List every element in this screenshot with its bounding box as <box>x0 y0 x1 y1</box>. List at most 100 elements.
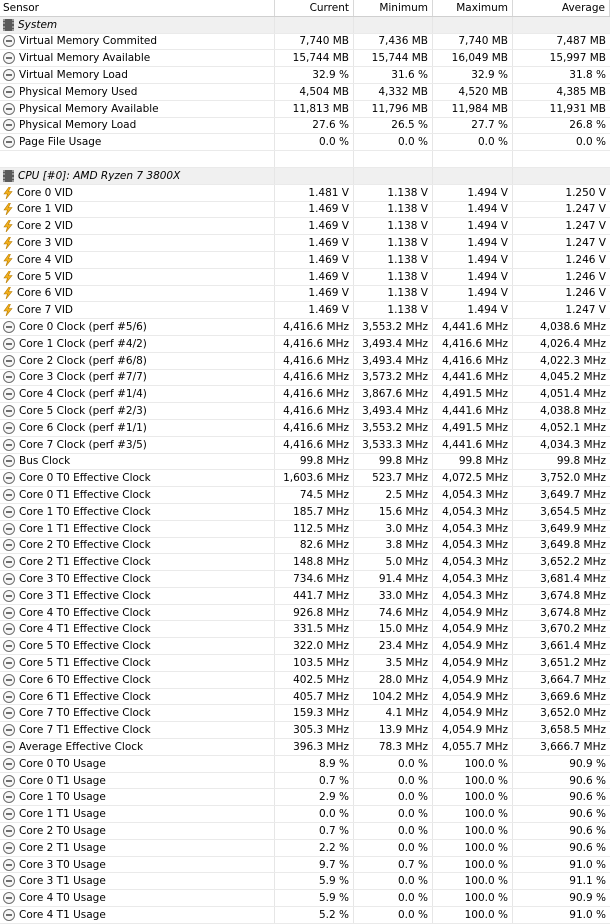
table-row[interactable]: Core 7 Clock (perf #3/5) 4,416.6 MHz 3,533… <box>0 436 610 454</box>
table-row[interactable]: Core 4 T1 Usage 5.2 % 0.0 % 100.0 % 91.0 % <box>0 907 610 924</box>
sensor-label: Core 4 T1 Usage <box>19 908 106 921</box>
table-row[interactable]: Core 4 T0 Usage 5.9 % 0.0 % 100.0 % 90.9 % <box>0 890 610 908</box>
table-row[interactable]: Core 7 VID 1.469 V 1.138 V 1.494 V 1.247 V <box>0 302 610 320</box>
table-row[interactable]: Core 4 Clock (perf #1/4) 4,416.6 MHz 3,867… <box>0 386 610 404</box>
average-value: 91.0 % <box>569 858 606 871</box>
table-row[interactable]: Core 0 Clock (perf #5/6) 4,416.6 MHz 3,553… <box>0 319 610 336</box>
table-row[interactable]: Core 3 Clock (perf #7/7) 4,416.6 MHz 3,573… <box>0 369 610 387</box>
group-header-row[interactable]: System <box>0 16 610 34</box>
table-row[interactable]: Core 5 T1 Effective Clock 103.5 MHz 3.5 MH… <box>0 655 610 672</box>
table-row[interactable]: Core 6 Clock (perf #1/1) 4,416.6 MHz 3,553… <box>0 419 610 437</box>
table-row[interactable]: Core 0 T1 Usage 0.7 % 0.0 % 100.0 % 90.6 % <box>0 772 610 790</box>
minimum-value: 3,493.4 MHz <box>354 403 433 419</box>
clock-icon <box>3 119 15 132</box>
average-value: 3,674.8 MHz <box>540 606 606 619</box>
current-value: 11,813 MB <box>275 100 354 117</box>
table-row[interactable]: Core 6 T1 Effective Clock 405.7 MHz 104.2 … <box>0 688 610 706</box>
table-row[interactable]: Average Effective Clock 396.3 MHz 78.3 MHz… <box>0 739 610 756</box>
sensor-label: Average Effective Clock <box>19 740 144 753</box>
table-row[interactable]: Core 6 T0 Effective Clock 402.5 MHz 28.0 M… <box>0 671 610 689</box>
table-row[interactable]: Core 2 T0 Effective Clock 82.6 MHz 3.8 MHz… <box>0 537 610 555</box>
average-value: 3,681.4 MHz <box>540 572 606 585</box>
average-value: 1.247 V <box>565 304 606 317</box>
minimum-value: 3.8 MHz <box>354 537 433 554</box>
group-header-row[interactable]: CPU [#0]: AMD Ryzen 7 3800X <box>0 167 610 185</box>
column-header-maximum[interactable]: Maximum <box>433 0 513 16</box>
table-row[interactable]: Core 0 T1 Effective Clock 74.5 MHz 2.5 MHz… <box>0 487 610 504</box>
table-row[interactable]: Core 5 Clock (perf #2/3) 4,416.6 MHz 3,493… <box>0 403 610 420</box>
table-row[interactable]: Core 4 T0 Effective Clock 926.8 MHz 74.6 M… <box>0 604 610 622</box>
maximum-value: 4,055.7 MHz <box>433 739 513 755</box>
voltage-icon <box>3 203 13 216</box>
average-value: 3,649.8 MHz <box>540 539 606 552</box>
minimum-value: 74.6 MHz <box>354 604 433 621</box>
table-row[interactable]: Core 1 T0 Usage 2.9 % 0.0 % 100.0 % 90.6 % <box>0 789 610 807</box>
clock-icon <box>3 824 15 837</box>
current-value: 1.481 V <box>275 184 354 201</box>
voltage-icon <box>3 253 13 266</box>
clock-icon <box>3 623 15 636</box>
column-header-minimum[interactable]: Minimum <box>354 0 433 16</box>
table-row[interactable]: Core 3 T0 Usage 9.7 % 0.7 % 100.0 % 91.0 % <box>0 856 610 874</box>
table-row[interactable]: Core 0 VID 1.481 V 1.138 V 1.494 V 1.250 V <box>0 184 610 202</box>
table-row[interactable]: Core 0 T0 Usage 8.9 % 0.0 % 100.0 % 90.9 % <box>0 755 610 773</box>
table-row[interactable]: Core 5 VID 1.469 V 1.138 V 1.494 V 1.246 V <box>0 268 610 286</box>
table-row[interactable]: Core 2 T1 Usage 2.2 % 0.0 % 100.0 % 90.6 % <box>0 839 610 857</box>
table-row[interactable]: Physical Memory Available 11,813 MB 11,796… <box>0 100 610 118</box>
sensor-label: Core 1 T0 Effective Clock <box>19 505 151 518</box>
table-row[interactable]: Core 3 T1 Effective Clock 441.7 MHz 33.0 M… <box>0 587 610 605</box>
average-value: 4,038.8 MHz <box>540 405 606 418</box>
maximum-value: 4,441.6 MHz <box>433 436 513 453</box>
average-value: 3,674.8 MHz <box>540 589 606 602</box>
table-row[interactable]: Virtual Memory Available 15,744 MB 15,744 … <box>0 50 610 68</box>
table-row[interactable]: Core 1 Clock (perf #4/2) 4,416.6 MHz 3,493… <box>0 335 610 353</box>
sensor-label: Core 0 T1 Effective Clock <box>19 489 151 501</box>
sensor-label: Core 5 Clock (perf #2/3) <box>19 405 147 418</box>
current-value: 734.6 MHz <box>275 571 354 587</box>
average-value: 31.8 % <box>569 69 606 82</box>
table-row[interactable]: Core 5 T0 Effective Clock 322.0 MHz 23.4 M… <box>0 638 610 656</box>
minimum-value: 3,493.4 MHz <box>354 352 433 369</box>
table-row[interactable]: Core 2 T1 Effective Clock 148.8 MHz 5.0 MH… <box>0 554 610 572</box>
current-value: 4,416.6 MHz <box>275 319 354 335</box>
table-row[interactable]: Core 7 T0 Effective Clock 159.3 MHz 4.1 MH… <box>0 705 610 723</box>
column-header-sensor[interactable]: Sensor <box>0 0 275 16</box>
table-row[interactable]: Core 0 T0 Effective Clock 1,603.6 MHz 523.… <box>0 470 610 488</box>
maximum-value: 4,491.5 MHz <box>433 419 513 436</box>
clock-icon <box>3 69 15 82</box>
minimum-value: 99.8 MHz <box>354 453 433 470</box>
table-row[interactable]: Core 1 T1 Effective Clock 112.5 MHz 3.0 MH… <box>0 520 610 538</box>
column-header-current[interactable]: Current <box>275 0 354 16</box>
table-row[interactable]: Core 1 T1 Usage 0.0 % 0.0 % 100.0 % 90.6 % <box>0 806 610 824</box>
table-row[interactable]: Physical Memory Load 27.6 % 26.5 % 27.7 % 26… <box>0 117 610 135</box>
minimum-value: 0.7 % <box>354 856 433 873</box>
column-header-average[interactable]: Average <box>513 0 610 16</box>
table-row[interactable]: Core 1 VID 1.469 V 1.138 V 1.494 V 1.247 V <box>0 201 610 219</box>
table-row[interactable]: Core 7 T1 Effective Clock 305.3 MHz 13.9 M… <box>0 722 610 740</box>
table-row[interactable]: Core 2 T0 Usage 0.7 % 0.0 % 100.0 % 90.6 % <box>0 823 610 840</box>
current-value: 1.469 V <box>275 201 354 218</box>
clock-icon <box>3 841 15 854</box>
table-row[interactable]: Bus Clock 99.8 MHz 99.8 MHz 99.8 MHz 99.8 MH… <box>0 453 610 471</box>
table-row[interactable]: Core 3 T1 Usage 5.9 % 0.0 % 100.0 % 91.1 % <box>0 873 610 891</box>
maximum-value: 1.494 V <box>433 201 513 218</box>
table-row[interactable]: Core 6 VID 1.469 V 1.138 V 1.494 V 1.246 V <box>0 285 610 303</box>
average-value: 3,664.7 MHz <box>540 673 606 686</box>
table-row[interactable]: Core 3 VID 1.469 V 1.138 V 1.494 V 1.247 V <box>0 235 610 252</box>
maximum-value: 4,054.9 MHz <box>433 604 513 621</box>
average-value: 3,652.2 MHz <box>540 556 606 569</box>
table-row[interactable]: Core 3 T0 Effective Clock 734.6 MHz 91.4 M… <box>0 571 610 588</box>
table-row[interactable]: Core 2 Clock (perf #6/8) 4,416.6 MHz 3,493… <box>0 352 610 370</box>
table-row[interactable]: Virtual Memory Commited 7,740 MB 7,436 MB 7… <box>0 33 610 51</box>
table-row[interactable]: Page File Usage 0.0 % 0.0 % 0.0 % 0.0 % <box>0 134 610 152</box>
table-row[interactable]: Core 2 VID 1.469 V 1.138 V 1.494 V 1.247 V <box>0 218 610 236</box>
sensor-label: Physical Memory Load <box>19 119 137 132</box>
table-row[interactable]: Core 4 T1 Effective Clock 331.5 MHz 15.0 M… <box>0 621 610 639</box>
minimum-value: 15.0 MHz <box>354 621 433 638</box>
clock-icon <box>3 690 15 703</box>
table-row[interactable]: Physical Memory Used 4,504 MB 4,332 MB 4,52… <box>0 83 610 101</box>
table-row[interactable]: Core 1 T0 Effective Clock 185.7 MHz 15.6 M… <box>0 503 610 521</box>
table-row[interactable]: Core 4 VID 1.469 V 1.138 V 1.494 V 1.246 V <box>0 251 610 269</box>
maximum-value: 4,054.3 MHz <box>433 587 513 604</box>
table-row[interactable]: Virtual Memory Load 32.9 % 31.6 % 32.9 % 31.… <box>0 67 610 84</box>
